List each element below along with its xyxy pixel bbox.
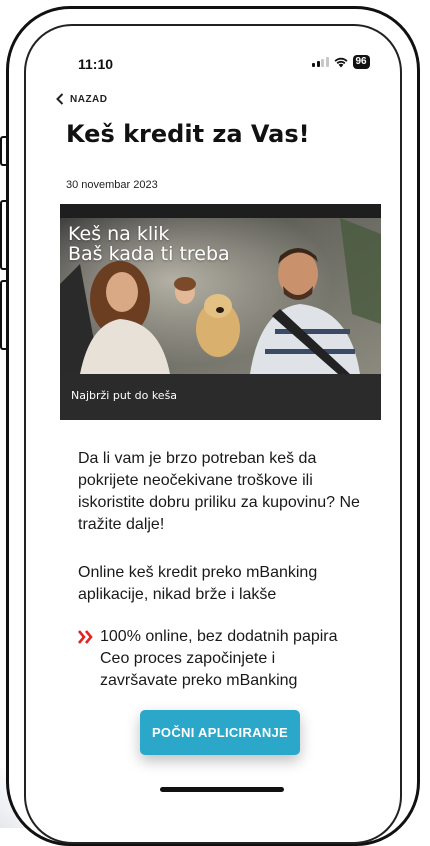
status-time: 11:10 [78, 56, 114, 72]
online-paragraph: Online keš kredit preko mBanking aplikac… [78, 564, 318, 603]
status-icons: 96 [312, 55, 370, 69]
banner-headline: Keš na klik Baš kada ti treba [68, 224, 230, 264]
battery-icon: 96 [352, 55, 370, 69]
article-date: 30 novembar 2023 [66, 179, 158, 191]
banner-headline-line2: Baš kada ti treba [68, 243, 230, 265]
back-label: NAZAD [70, 93, 108, 105]
page-title: Keš kredit za Vas! [66, 120, 310, 148]
promo-banner: Keš na klik Baš kada ti treba Najbrži pu… [60, 204, 381, 420]
back-button[interactable]: NAZAD [56, 93, 108, 105]
banner-headline-line1: Keš na klik [68, 223, 170, 245]
feature-bullet-line1: 100% online, bez dodatnih papira [100, 628, 338, 645]
feature-bullet-text: 100% online, bez dodatnih papira Ceo pro… [100, 626, 338, 692]
wifi-icon [334, 57, 347, 68]
feature-bullet-line3: završavate preko mBanking [100, 672, 298, 689]
start-application-button[interactable]: POČNI APLICIRANJE [140, 710, 300, 755]
chevron-left-icon [56, 93, 64, 105]
intro-paragraph: Da li vam je brzo potreban keš da pokrij… [78, 450, 360, 533]
banner-caption: Najbrži put do keša [60, 374, 381, 420]
feature-bullet: 100% online, bez dodatnih papira Ceo pro… [78, 626, 378, 692]
double-chevron-right-icon [78, 626, 96, 692]
home-indicator[interactable] [160, 787, 284, 792]
signal-icon [312, 57, 329, 67]
feature-bullet-line2: Ceo proces započinjete i [100, 650, 276, 667]
